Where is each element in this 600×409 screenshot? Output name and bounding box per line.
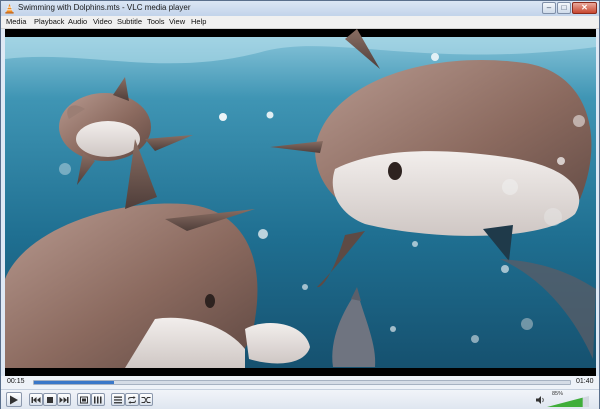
next-button[interactable] <box>57 393 71 406</box>
playlist-button[interactable] <box>111 393 125 406</box>
close-button[interactable]: ✕ <box>572 2 597 14</box>
menu-view[interactable]: View <box>169 17 185 26</box>
menu-video[interactable]: Video <box>93 17 112 26</box>
menu-playback[interactable]: Playback <box>34 17 64 26</box>
seek-row: 00:15 01:40 <box>1 376 599 389</box>
extended-settings-button[interactable] <box>91 393 105 406</box>
volume-slider[interactable] <box>547 396 589 407</box>
play-icon <box>10 395 18 404</box>
loop-button[interactable] <box>125 393 139 406</box>
speaker-icon[interactable] <box>536 396 545 404</box>
previous-icon <box>31 396 41 403</box>
seek-progress <box>34 381 115 384</box>
maximize-button[interactable]: □ <box>557 2 571 14</box>
shuffle-icon <box>141 396 151 403</box>
close-icon: ✕ <box>581 3 588 12</box>
shuffle-button[interactable] <box>139 393 153 406</box>
fullscreen-icon <box>80 396 88 403</box>
fullscreen-button[interactable] <box>77 393 91 406</box>
next-icon <box>59 396 69 403</box>
playlist-icon <box>114 396 122 403</box>
vlc-window: Swimming with Dolphins.mts - VLC media p… <box>0 0 600 409</box>
previous-button[interactable] <box>29 393 43 406</box>
window-title: Swimming with Dolphins.mts - VLC media p… <box>18 3 191 12</box>
menu-help[interactable]: Help <box>191 17 206 26</box>
loop-icon <box>128 396 136 403</box>
title-bar: Swimming with Dolphins.mts - VLC media p… <box>1 1 599 16</box>
minimize-button[interactable]: – <box>542 2 556 14</box>
menu-tools[interactable]: Tools <box>147 17 165 26</box>
total-time: 01:40 <box>576 378 594 385</box>
video-area[interactable] <box>5 29 596 376</box>
stop-icon <box>47 396 53 403</box>
play-button[interactable] <box>6 392 22 407</box>
minimize-icon: – <box>546 3 552 12</box>
video-frame <box>5 29 596 376</box>
elapsed-time: 00:15 <box>7 378 25 385</box>
stop-button[interactable] <box>43 393 57 406</box>
maximize-icon: □ <box>561 3 567 12</box>
menu-subtitle[interactable]: Subtitle <box>117 17 142 26</box>
menu-bar: Media Playback Audio Video Subtitle Tool… <box>1 16 599 29</box>
menu-audio[interactable]: Audio <box>68 17 87 26</box>
controls-bar: 85% <box>1 389 599 409</box>
vlc-cone-icon <box>5 3 14 14</box>
seek-slider[interactable] <box>33 380 571 385</box>
menu-media[interactable]: Media <box>6 17 26 26</box>
extended-settings-icon <box>94 396 102 403</box>
